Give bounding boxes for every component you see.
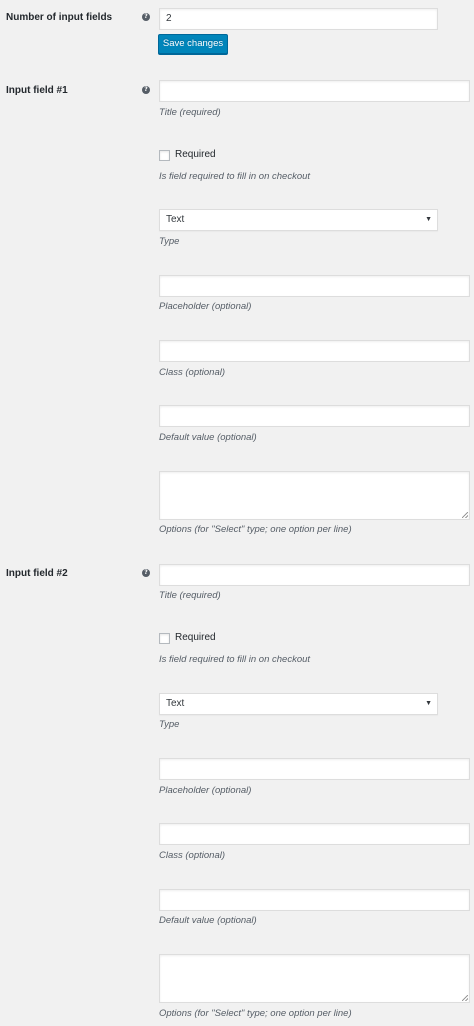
field-2-required-label: Required — [175, 632, 216, 643]
num-fields-label: Number of input fields — [6, 12, 113, 23]
field-1-options-textarea[interactable] — [159, 471, 470, 520]
field-2-title-input[interactable] — [159, 564, 470, 586]
field-1-required-label: Required — [175, 149, 216, 160]
resize-grip-icon[interactable] — [462, 995, 468, 1001]
help-icon[interactable]: ? — [142, 13, 150, 21]
resize-grip-icon[interactable] — [462, 512, 468, 518]
help-icon[interactable]: ? — [142, 86, 150, 94]
field-2-required-desc: Is field required to fill in on checkout — [159, 654, 311, 665]
field-2-default-desc: Default value (optional) — [159, 915, 257, 926]
chevron-down-icon: ▼ — [425, 216, 432, 223]
field-1-type-desc: Type — [159, 236, 180, 247]
chevron-down-icon: ▼ — [425, 700, 432, 707]
field-1-type-value: Text — [166, 214, 185, 225]
field-1-placeholder-desc: Placeholder (optional) — [159, 301, 252, 312]
field-2-placeholder-input[interactable] — [159, 758, 470, 780]
field-1-required-desc: Is field required to fill in on checkout — [159, 171, 311, 182]
field-1-type-select[interactable]: Text ▼ — [159, 209, 438, 231]
field-1-title-desc: Title (required) — [159, 107, 221, 118]
input-field-1-label: Input field #1 — [6, 85, 68, 96]
field-1-required-checkbox[interactable] — [159, 150, 170, 161]
field-1-default-input[interactable] — [159, 405, 470, 427]
field-1-class-input[interactable] — [159, 340, 470, 362]
field-2-type-desc: Type — [159, 719, 180, 730]
field-1-class-desc: Class (optional) — [159, 367, 225, 378]
field-2-placeholder-desc: Placeholder (optional) — [159, 785, 252, 796]
field-2-title-desc: Title (required) — [159, 590, 221, 601]
field-1-options-desc: Options (for "Select" type; one option p… — [159, 524, 352, 535]
save-changes-button[interactable]: Save changes — [158, 34, 228, 54]
help-icon[interactable]: ? — [142, 569, 150, 577]
input-field-2-label: Input field #2 — [6, 568, 68, 579]
field-1-default-desc: Default value (optional) — [159, 432, 257, 443]
field-2-options-desc: Options (for "Select" type; one option p… — [159, 1008, 352, 1019]
field-2-options-textarea[interactable] — [159, 954, 470, 1003]
field-2-class-input[interactable] — [159, 823, 470, 845]
field-1-title-input[interactable] — [159, 80, 470, 102]
field-2-type-select[interactable]: Text ▼ — [159, 693, 438, 715]
field-1-placeholder-input[interactable] — [159, 275, 470, 297]
field-2-required-checkbox[interactable] — [159, 633, 170, 644]
field-2-type-value: Text — [166, 698, 185, 709]
field-2-class-desc: Class (optional) — [159, 850, 225, 861]
num-fields-input[interactable]: 2 — [159, 8, 438, 30]
settings-page: Number of input fields ? 2 Save changes … — [0, 0, 474, 1026]
field-2-default-input[interactable] — [159, 889, 470, 911]
